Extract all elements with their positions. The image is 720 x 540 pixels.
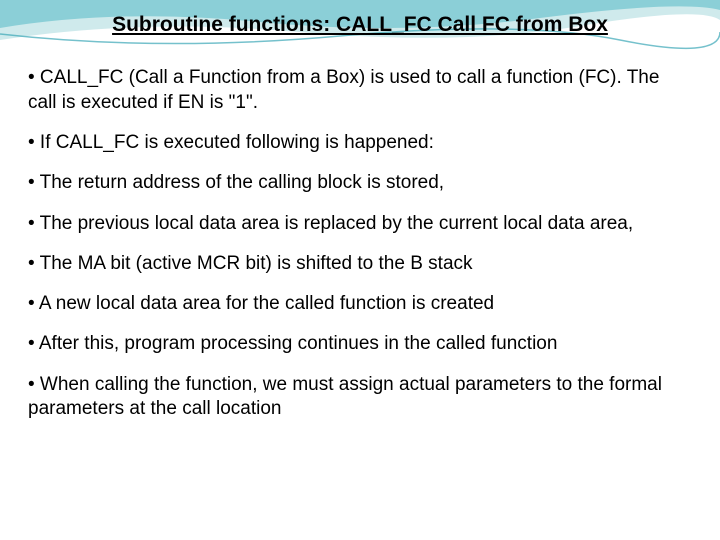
bullet-item: • The previous local data area is replac…: [28, 212, 692, 236]
slide-title: Subroutine functions: CALL_FC Call FC fr…: [28, 12, 692, 50]
bullet-item: • The MA bit (active MCR bit) is shifted…: [28, 252, 692, 276]
bullet-item: • If CALL_FC is executed following is ha…: [28, 131, 692, 155]
bullet-item: • The return address of the calling bloc…: [28, 171, 692, 195]
bullet-item: • When calling the function, we must ass…: [28, 373, 692, 422]
bullet-item: • A new local data area for the called f…: [28, 292, 692, 316]
slide-content: Subroutine functions: CALL_FC Call FC fr…: [0, 0, 720, 540]
bullet-item: • After this, program processing continu…: [28, 332, 692, 356]
bullet-item: • CALL_FC (Call a Function from a Box) i…: [28, 66, 692, 115]
